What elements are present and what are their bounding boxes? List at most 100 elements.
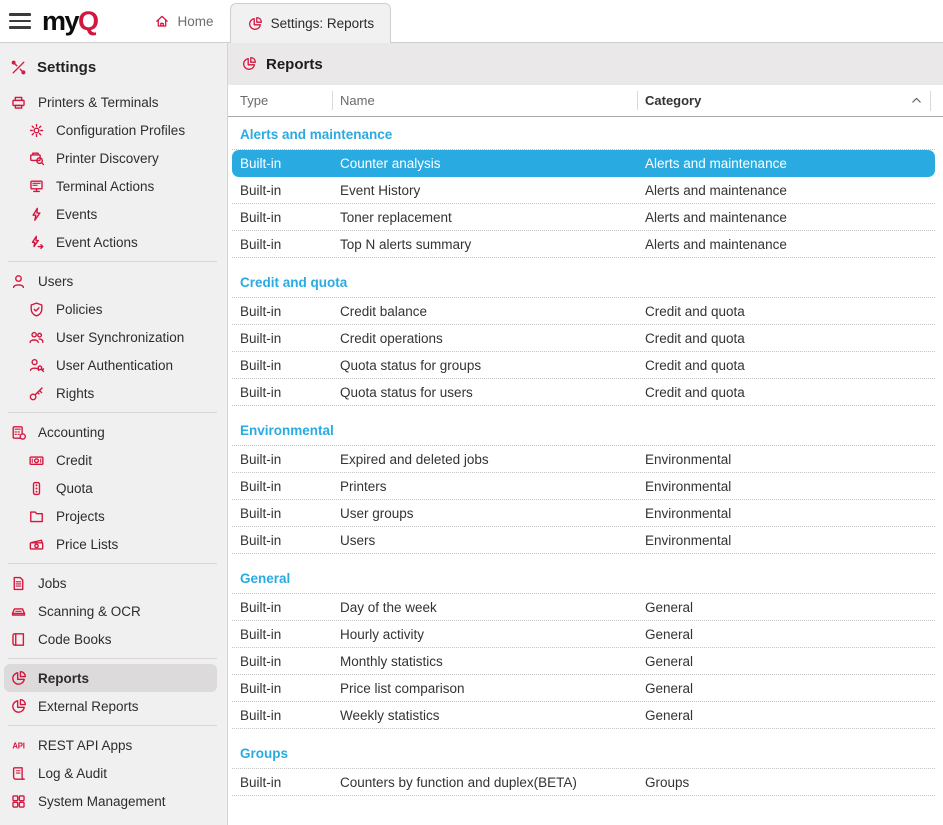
sidebar: Settings Printers & TerminalsConfigurati…: [0, 43, 228, 825]
table-row-counters-by-function-and-duplex-beta[interactable]: Built-inCounters by function and duplex(…: [232, 769, 935, 796]
menu-icon[interactable]: [9, 13, 31, 29]
sidebar-item-code-books[interactable]: Code Books: [4, 625, 217, 653]
sidebar-item-printers-terminals[interactable]: Printers & Terminals: [4, 88, 217, 116]
sidebar-item-configuration-profiles[interactable]: Configuration Profiles: [4, 116, 217, 144]
table-row-counter-analysis[interactable]: Built-inCounter analysisAlerts and maint…: [232, 150, 935, 177]
sidebar-item-log-audit[interactable]: Log & Audit: [4, 759, 217, 787]
shield-check-icon: [28, 301, 45, 318]
page-header: Reports: [228, 43, 943, 85]
cell-category: General: [645, 708, 935, 723]
sidebar-item-label: Event Actions: [56, 235, 138, 250]
table-row-expired-and-deleted-jobs[interactable]: Built-inExpired and deleted jobsEnvironm…: [232, 446, 935, 473]
sidebar-item-label: Credit: [56, 453, 92, 468]
cell-category: Alerts and maintenance: [645, 156, 935, 171]
tab-home[interactable]: Home: [138, 0, 230, 42]
sidebar-item-scanning-ocr[interactable]: Scanning & OCR: [4, 597, 217, 625]
cell-type: Built-in: [232, 708, 340, 723]
sidebar-divider: [8, 658, 217, 659]
sidebar-item-reports[interactable]: Reports: [4, 664, 217, 692]
sidebar-item-label: User Synchronization: [56, 330, 184, 345]
table-row-day-of-the-week[interactable]: Built-inDay of the weekGeneral: [232, 594, 935, 621]
tab-bar: HomeSettings: Reports: [138, 0, 392, 42]
table-row-credit-balance[interactable]: Built-inCredit balanceCredit and quota: [232, 298, 935, 325]
logo-q: Q: [78, 6, 98, 36]
cell-type: Built-in: [232, 385, 340, 400]
cell-name: Credit balance: [340, 304, 645, 319]
sort-ascending-icon[interactable]: [910, 94, 923, 107]
sidebar-divider: [8, 261, 217, 262]
table-row-quota-status-for-users[interactable]: Built-inQuota status for usersCredit and…: [232, 379, 935, 406]
sidebar-item-events[interactable]: Events: [4, 200, 217, 228]
book-icon: [10, 631, 27, 648]
sidebar-item-label: Policies: [56, 302, 103, 317]
table-row-hourly-activity[interactable]: Built-inHourly activityGeneral: [232, 621, 935, 648]
printer-icon: [10, 94, 27, 111]
sidebar-item-jobs[interactable]: Jobs: [4, 569, 217, 597]
cell-type: Built-in: [232, 210, 340, 225]
sidebar-item-policies[interactable]: Policies: [4, 295, 217, 323]
cell-category: Credit and quota: [645, 304, 935, 319]
pie-chart-icon: [10, 670, 27, 687]
sidebar-divider: [8, 725, 217, 726]
grid-icon: [10, 793, 27, 810]
sidebar-item-terminal-actions[interactable]: Terminal Actions: [4, 172, 217, 200]
column-header-type[interactable]: Type: [228, 85, 332, 116]
cell-name: Quota status for users: [340, 385, 645, 400]
cell-type: Built-in: [232, 237, 340, 252]
cell-name: Hourly activity: [340, 627, 645, 642]
table-row-credit-operations[interactable]: Built-inCredit operationsCredit and quot…: [232, 325, 935, 352]
table-row-top-n-alerts-summary[interactable]: Built-inTop N alerts summaryAlerts and m…: [232, 231, 935, 258]
table-row-printers[interactable]: Built-inPrintersEnvironmental: [232, 473, 935, 500]
column-header-label: Category: [645, 93, 701, 108]
sidebar-item-event-actions[interactable]: Event Actions: [4, 228, 217, 256]
sidebar-item-external-reports[interactable]: External Reports: [4, 692, 217, 720]
table-row-users[interactable]: Built-inUsersEnvironmental: [232, 527, 935, 554]
sidebar-item-price-lists[interactable]: Price Lists: [4, 530, 217, 558]
cell-category: Environmental: [645, 452, 935, 467]
table-row-user-groups[interactable]: Built-inUser groupsEnvironmental: [232, 500, 935, 527]
column-header-name[interactable]: Name: [332, 85, 637, 116]
sidebar-item-label: Code Books: [38, 632, 112, 647]
sidebar-item-system-management[interactable]: System Management: [4, 787, 217, 815]
column-header-category[interactable]: Category: [637, 85, 943, 116]
sidebar-item-label: Quota: [56, 481, 93, 496]
sidebar-item-rights[interactable]: Rights: [4, 379, 217, 407]
sidebar-item-rest-api-apps[interactable]: APIREST API Apps: [4, 731, 217, 759]
tab-settings-reports[interactable]: Settings: Reports: [230, 3, 392, 43]
table-row-price-list-comparison[interactable]: Built-inPrice list comparisonGeneral: [232, 675, 935, 702]
sidebar-item-user-authentication[interactable]: User Authentication: [4, 351, 217, 379]
table-row-weekly-statistics[interactable]: Built-inWeekly statisticsGeneral: [232, 702, 935, 729]
tools-icon: [10, 59, 27, 76]
cell-category: Environmental: [645, 506, 935, 521]
cell-type: Built-in: [232, 358, 340, 373]
cell-type: Built-in: [232, 775, 340, 790]
cell-type: Built-in: [232, 600, 340, 615]
printer-search-icon: [28, 150, 45, 167]
sidebar-item-credit[interactable]: Credit: [4, 446, 217, 474]
sidebar-item-projects[interactable]: Projects: [4, 502, 217, 530]
table-row-monthly-statistics[interactable]: Built-inMonthly statisticsGeneral: [232, 648, 935, 675]
sidebar-item-quota[interactable]: Quota: [4, 474, 217, 502]
banknote-icon: [28, 452, 45, 469]
cell-category: Credit and quota: [645, 331, 935, 346]
cell-type: Built-in: [232, 479, 340, 494]
group-header-general: General: [232, 554, 935, 594]
sidebar-item-label: Price Lists: [56, 537, 118, 552]
cell-type: Built-in: [232, 452, 340, 467]
terminal-icon: [28, 178, 45, 195]
pie-chart-icon: [247, 16, 263, 32]
cell-type: Built-in: [232, 533, 340, 548]
table-row-event-history[interactable]: Built-inEvent HistoryAlerts and maintena…: [232, 177, 935, 204]
sidebar-item-users[interactable]: Users: [4, 267, 217, 295]
sidebar-item-label: Printers & Terminals: [38, 95, 159, 110]
group-header-alerts-and-maintenance: Alerts and maintenance: [232, 117, 935, 150]
sidebar-item-user-synchronization[interactable]: User Synchronization: [4, 323, 217, 351]
sidebar-item-label: Users: [38, 274, 73, 289]
table-row-quota-status-for-groups[interactable]: Built-inQuota status for groupsCredit an…: [232, 352, 935, 379]
cell-name: Expired and deleted jobs: [340, 452, 645, 467]
sidebar-item-printer-discovery[interactable]: Printer Discovery: [4, 144, 217, 172]
sidebar-item-accounting[interactable]: Accounting: [4, 418, 217, 446]
table-row-toner-replacement[interactable]: Built-inToner replacementAlerts and main…: [232, 204, 935, 231]
cell-name: Quota status for groups: [340, 358, 645, 373]
layout: Settings Printers & TerminalsConfigurati…: [0, 43, 943, 825]
